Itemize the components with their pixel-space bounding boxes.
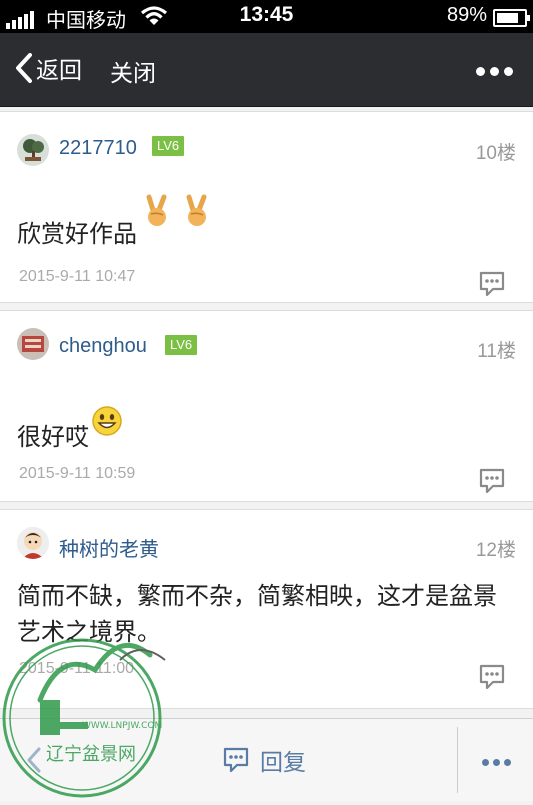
comment-text: 简而不缺，繁而不杂，简繁相映，这才是盆景艺术之境界。 [17,582,497,646]
comment-item: chenghou LV6 11楼 很好哎 2015-9-11 10:59 [0,310,533,502]
username[interactable]: 2217710 [59,137,137,160]
more-options-button[interactable] [476,67,513,76]
reply-button[interactable]: 回复 [222,743,306,777]
smiley-face-icon [91,405,123,447]
username[interactable]: chenghou [59,335,147,358]
toolbar-divider [457,727,458,793]
comment-list[interactable]: 2217710 LV6 10楼 欣赏好作品 2015-9-11 10:47 ch… [0,106,533,718]
avatar[interactable] [17,134,49,166]
level-badge: LV6 [152,136,185,156]
comment-text-content: 很好哎 [17,423,89,451]
reply-button[interactable] [478,663,506,696]
comment-time: 2015-9-11 10:59 [19,465,136,482]
comment-text: 很好哎 [17,406,517,455]
back-label: 返回 [36,58,82,84]
status-bar: 中国移动 13:45 89% [0,0,533,33]
comment-time: 2015-9-11 10:47 [19,268,136,285]
username[interactable]: 种树的老黄 [59,533,159,562]
floor-number: 12楼 [475,540,516,561]
victory-hand-icon [183,194,213,238]
comment-item: 2217710 LV6 10楼 欣赏好作品 2015-9-11 10:47 [0,111,533,303]
bottom-toolbar: 回复 [0,718,533,801]
level-badge: LV6 [165,335,198,355]
dot-icon [476,67,485,76]
comment-time: 2015-9-11 11:00 [19,660,135,677]
comment-text: 欣赏好作品 [17,194,517,252]
floor-number: 11楼 [477,341,516,362]
back-arrow-button[interactable] [26,746,42,779]
comment-bubble-icon [479,468,505,494]
floor-number: 10楼 [475,143,516,164]
battery-icon [493,9,530,27]
avatar[interactable] [17,527,49,559]
back-button[interactable]: 返回 [14,51,82,85]
comment-bubble-icon [223,747,249,773]
dot-icon [482,759,489,766]
comment-bubble-icon [479,271,505,297]
reply-label: 回复 [260,750,306,776]
close-button[interactable]: 关闭 [110,54,156,88]
dot-icon [493,759,500,766]
avatar[interactable] [17,328,49,360]
more-options-button[interactable] [482,759,511,766]
chevron-left-icon [16,53,32,83]
navigation-bar: 返回 关闭 [0,33,533,107]
comment-item: 种树的老黄 12楼 简而不缺，繁而不杂，简繁相映，这才是盆景艺术之境界。 201… [0,509,533,709]
dot-icon [504,67,513,76]
chevron-left-icon [27,747,41,773]
dot-icon [504,759,511,766]
battery-percent: 89% [446,4,487,26]
comment-text-content: 欣赏好作品 [17,220,137,248]
comment-bubble-icon [479,664,505,690]
reply-button[interactable] [478,270,506,303]
victory-hand-icon [143,194,173,238]
dot-icon [490,67,499,76]
reply-button[interactable] [478,467,506,500]
